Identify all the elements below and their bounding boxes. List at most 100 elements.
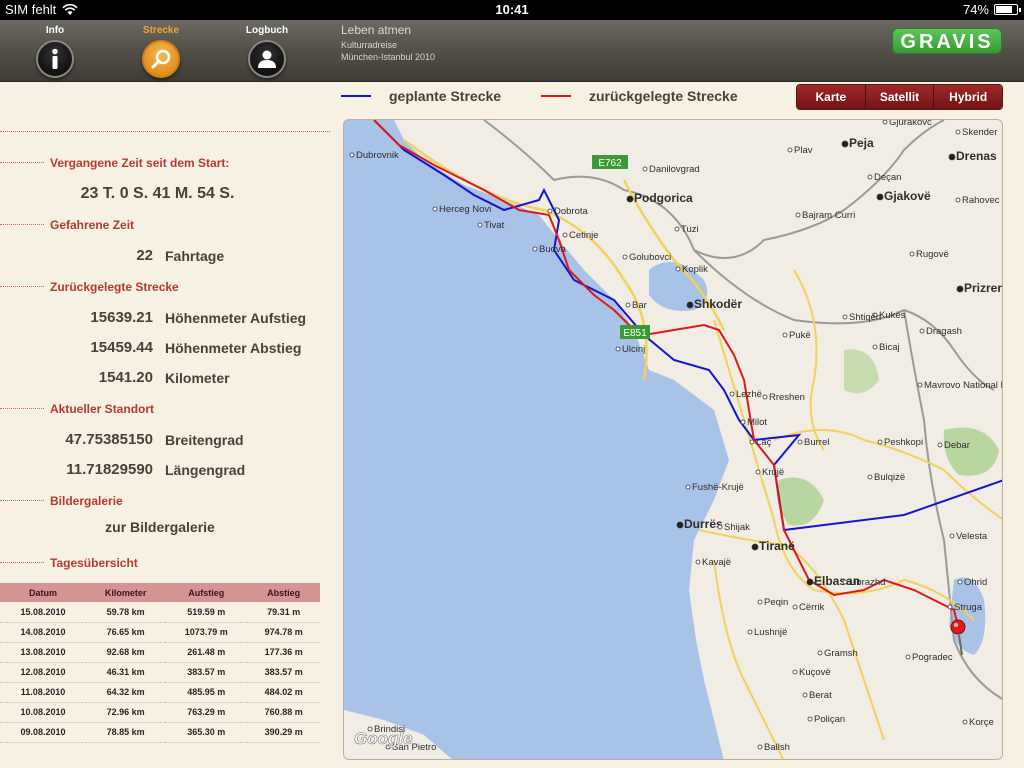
- place-marker: [757, 599, 763, 605]
- place-label: Shkodër: [694, 297, 742, 311]
- table-row[interactable]: 14.08.2010 76.65 km 1073.79 m 974.78 m: [0, 622, 320, 643]
- descent-unit: Höhenmeter Abstieg: [165, 340, 302, 356]
- place-marker: [686, 301, 694, 309]
- place-label: Librazhd: [849, 577, 885, 588]
- place-marker: [909, 251, 915, 257]
- table-header-row: Datum Kilometer Aufstieg Abstieg: [0, 583, 320, 602]
- place-marker: [615, 346, 621, 352]
- km-unit: Kilometer: [165, 370, 230, 386]
- place-marker: [877, 439, 883, 445]
- place-marker: [872, 344, 878, 350]
- place-marker: [626, 195, 634, 203]
- place-marker: [749, 439, 755, 445]
- place-label: Rahovec: [962, 195, 1000, 206]
- map-mode-satellit[interactable]: Satellit: [864, 85, 934, 109]
- place-label: Debar: [944, 440, 970, 451]
- place-marker: [547, 208, 553, 214]
- place-label: Gjakovë: [884, 189, 931, 203]
- place-marker: [755, 469, 761, 475]
- place-marker: [876, 193, 884, 201]
- col-header-km: Kilometer: [85, 583, 166, 602]
- table-row[interactable]: 12.08.2010 46.31 km 383.57 m 383.57 m: [0, 662, 320, 683]
- table-row[interactable]: 09.08.2010 78.85 km 365.30 m 390.29 m: [0, 722, 320, 743]
- tab-info[interactable]: Info: [20, 20, 90, 78]
- table-row[interactable]: 10.08.2010 72.96 km 763.29 m 760.88 m: [0, 702, 320, 723]
- map-mode-control: Karte Satellit Hybrid: [796, 84, 1003, 110]
- place-label: Cetinje: [569, 230, 599, 241]
- table-row[interactable]: 13.08.2010 92.68 km 261.48 m 177.36 m: [0, 642, 320, 663]
- place-label: Shijak: [724, 522, 750, 533]
- latitude-unit: Breitengrad: [165, 432, 244, 448]
- trip-subtitle-1: Kulturradreise: [341, 40, 398, 50]
- top-navigation: Info Strecke Logbuch Leben atmen Kulturr…: [0, 20, 1024, 82]
- battery-percent: 74%: [962, 2, 989, 17]
- map-mode-karte[interactable]: Karte: [797, 85, 865, 109]
- table-row[interactable]: 15.08.2010 59.78 km 519.59 m 79.31 m: [0, 602, 320, 623]
- place-label: Velesta: [956, 531, 988, 542]
- place-marker: [867, 174, 873, 180]
- descent-value: 15459.44: [90, 339, 153, 356]
- place-marker: [802, 692, 808, 698]
- gallery-link[interactable]: zur Bildergalerie: [0, 519, 320, 535]
- place-marker: [797, 439, 803, 445]
- place-marker: [842, 579, 848, 585]
- place-marker: [757, 744, 763, 750]
- map-mode-hybrid[interactable]: Hybrid: [933, 85, 1002, 109]
- place-label: Tuzi: [681, 224, 699, 235]
- place-label: Struga: [954, 602, 983, 613]
- battery-icon: [994, 4, 1021, 15]
- place-label: Ballsh: [764, 742, 790, 753]
- place-label: Lezhë: [736, 389, 762, 400]
- place-label: Plav: [794, 145, 813, 156]
- info-icon[interactable]: [36, 40, 74, 78]
- gravis-logo[interactable]: GRAVIS: [892, 28, 1002, 54]
- daily-overview-header: Tagesübersicht: [50, 556, 138, 570]
- place-marker: [740, 419, 746, 425]
- place-marker: [882, 120, 888, 125]
- place-marker: [675, 266, 681, 272]
- route-map[interactable]: E762 E851 Dubrovnik Herceg Novi Tivat Budva…: [343, 119, 1003, 760]
- place-label: Bicaj: [879, 342, 900, 353]
- place-label: Rreshen: [769, 392, 805, 403]
- svg-text:E762: E762: [598, 158, 622, 169]
- map-canvas[interactable]: E762 E851 Dubrovnik Herceg Novi Tivat Budva…: [344, 120, 1003, 760]
- place-marker: [532, 246, 538, 252]
- tab-strecke[interactable]: Strecke: [126, 20, 196, 78]
- col-header-descent: Abstieg: [247, 583, 320, 602]
- place-label: Kukës: [879, 310, 906, 321]
- place-marker: [674, 226, 680, 232]
- place-marker: [477, 222, 483, 228]
- table-row[interactable]: 11.08.2010 64.32 km 485.95 m 484.02 m: [0, 682, 320, 703]
- place-marker: [947, 604, 953, 610]
- place-marker: [806, 578, 814, 586]
- trip-subtitle-2: München-Istanbul 2010: [341, 52, 436, 62]
- place-marker: [949, 533, 955, 539]
- place-label: Pukë: [789, 330, 811, 341]
- user-icon[interactable]: [248, 40, 286, 78]
- ascent-value: 15639.21: [90, 309, 153, 326]
- place-marker: [747, 629, 753, 635]
- place-label: Mavrovo National Park: [924, 380, 1003, 391]
- place-label: Deçan: [874, 172, 901, 183]
- place-label: Kuçovë: [799, 667, 831, 678]
- place-label: Ulcinj: [622, 344, 645, 355]
- place-label: Lushnjë: [754, 627, 787, 638]
- map-credit: Google: [354, 729, 413, 748]
- place-label: Bar: [632, 300, 647, 311]
- place-label: Prizren: [964, 281, 1003, 295]
- place-label: Bulqizë: [874, 472, 905, 483]
- place-label: Laç: [756, 437, 772, 448]
- status-bar: SIM fehlt 10:41 74%: [0, 0, 1024, 20]
- place-marker: [676, 521, 684, 529]
- place-marker: [867, 474, 873, 480]
- km-value: 1541.20: [98, 369, 153, 386]
- place-label: Tiranë: [759, 539, 795, 553]
- longitude-unit: Längengrad: [165, 462, 246, 478]
- ride-days-unit: Fahrtage: [165, 248, 225, 264]
- place-marker: [642, 166, 648, 172]
- place-marker: [695, 559, 701, 565]
- tab-logbuch[interactable]: Logbuch: [232, 20, 302, 78]
- search-icon[interactable]: [142, 40, 180, 78]
- distance-header: Zurückgelegte Strecke: [50, 280, 179, 294]
- place-label: Gramsh: [824, 648, 858, 659]
